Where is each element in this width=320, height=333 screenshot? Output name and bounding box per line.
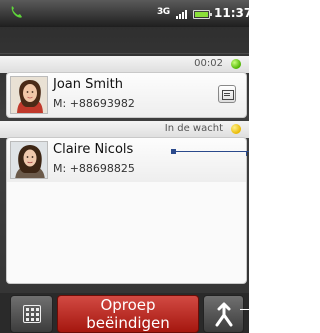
battery-icon	[193, 10, 212, 19]
contact-name: Joan Smith	[53, 77, 123, 92]
call-hold-status: In de wacht	[164, 123, 223, 134]
contact-photo-claire-nicols	[10, 141, 48, 179]
call-action-bar: Oproep beëindigen	[0, 293, 249, 333]
call-status-row: In de wacht	[0, 121, 249, 138]
callout-line	[240, 309, 249, 310]
end-call-button[interactable]: Oproep beëindigen	[57, 295, 199, 333]
in-call-screen: 3G 11:37 00:02 Joan Smith M: +88693982 I…	[0, 0, 253, 333]
clock: 11:37	[214, 6, 253, 20]
contact-card-icon[interactable]	[218, 85, 236, 103]
hold-indicator-icon	[231, 124, 241, 134]
contact-photo-joan-smith	[10, 76, 48, 114]
merge-calls-icon	[215, 302, 233, 327]
active-call-indicator-icon	[231, 59, 241, 69]
divider	[0, 53, 249, 54]
end-call-label: Oproep beëindigen	[86, 296, 170, 332]
phone-icon	[11, 6, 22, 18]
contact-number: M: +88693982	[53, 97, 135, 110]
signal-icon	[176, 10, 187, 19]
contact-name: Claire Nicols	[53, 142, 134, 157]
active-call-card[interactable]: Joan Smith M: +88693982	[6, 72, 247, 118]
call-duration: 00:02	[194, 58, 223, 69]
callout-line	[246, 151, 247, 156]
status-bar: 3G 11:37	[0, 0, 253, 27]
dialpad-icon	[23, 305, 41, 323]
call-status-row: 00:02	[0, 56, 249, 73]
merge-calls-button[interactable]	[203, 295, 244, 333]
callout-line	[173, 151, 249, 152]
network-type: 3G	[157, 7, 170, 17]
contact-number: M: +88698825	[53, 162, 135, 175]
held-call-card-body	[6, 182, 247, 284]
held-call-card[interactable]: Claire Nicols M: +88698825	[6, 137, 247, 183]
dialpad-button[interactable]	[10, 295, 53, 333]
